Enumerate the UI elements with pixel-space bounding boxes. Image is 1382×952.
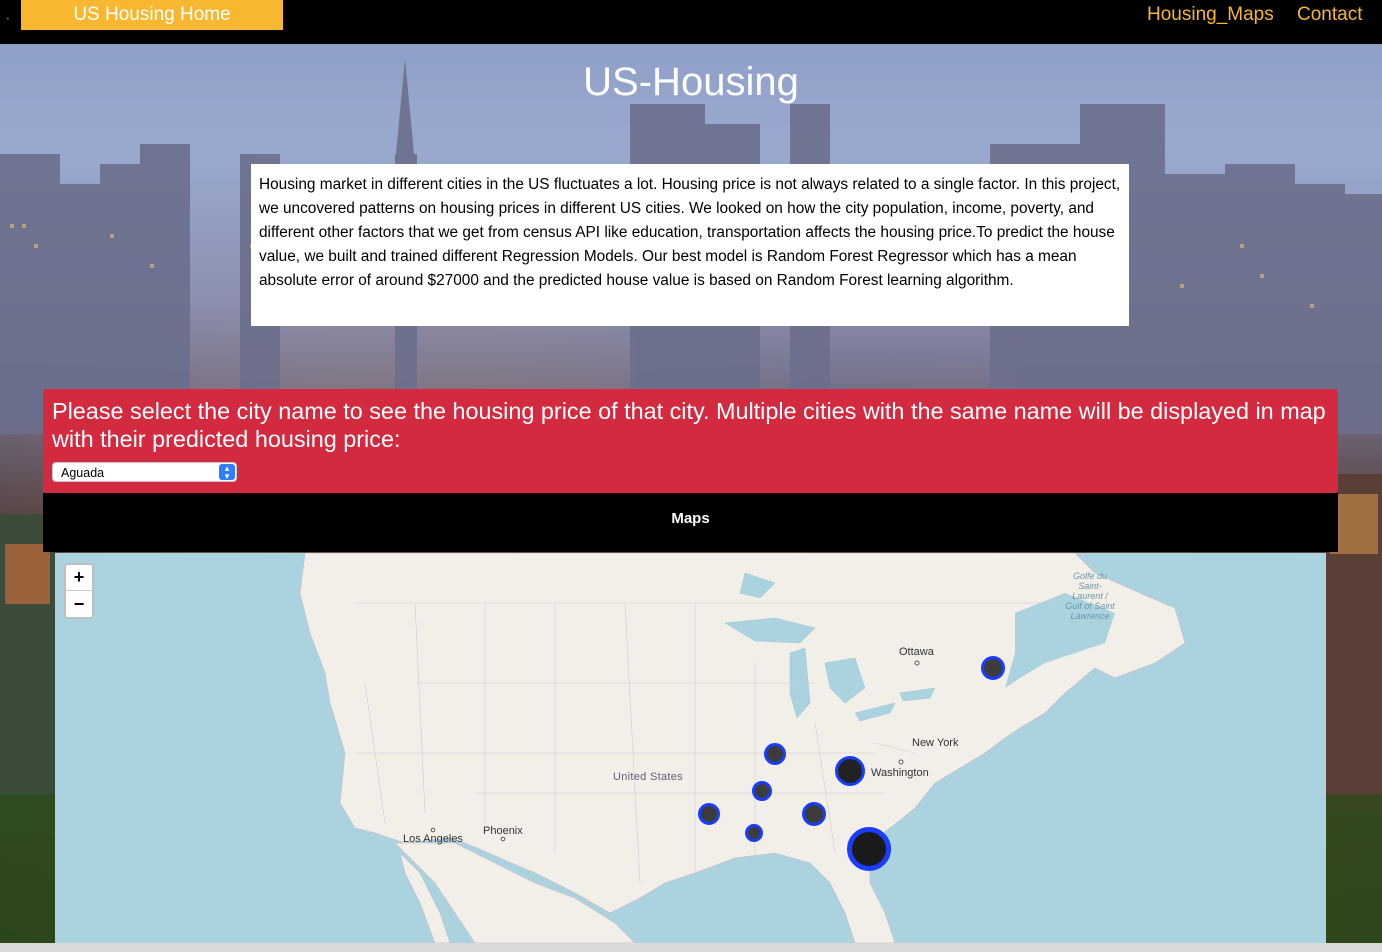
maps-section-header: Maps <box>43 493 1338 552</box>
updown-chevron-icon: ▴ ▾ <box>219 464 235 481</box>
city-marker[interactable] <box>745 824 763 842</box>
zoom-in-button[interactable]: + <box>66 565 92 591</box>
map-label-los-angeles: Los Angeles <box>403 833 463 845</box>
city-dropdown[interactable]: Aguada ▴ ▾ <box>52 462 237 482</box>
map-label-ottawa: Ottawa <box>899 646 934 658</box>
page-title: US-Housing <box>583 60 799 104</box>
map-label-gulf-st-lawrence: Golfe du Saint-Laurent / Gulf of Saint L… <box>1065 571 1115 621</box>
map-label-new-york: New York <box>912 737 959 749</box>
city-marker[interactable] <box>802 802 826 826</box>
city-marker[interactable] <box>698 803 720 825</box>
map-label-united-states: United States <box>613 771 683 783</box>
city-marker[interactable] <box>981 656 1005 680</box>
city-marker[interactable] <box>835 756 865 786</box>
horizontal-scrollbar[interactable] <box>0 943 1382 952</box>
nav-bullet-icon: • <box>6 14 10 25</box>
city-marker[interactable] <box>764 743 786 765</box>
housing-maps-link[interactable]: Housing_Maps <box>1147 4 1274 26</box>
city-marker[interactable] <box>752 781 772 801</box>
map-label-phoenix: Phoenix <box>483 825 523 837</box>
city-marker[interactable] <box>847 827 891 871</box>
intro-paragraph: Housing market in different cities in th… <box>251 164 1129 326</box>
zoom-out-button[interactable]: − <box>66 591 92 617</box>
housing-map[interactable]: + − Ottawa New York Washington United St… <box>55 553 1326 943</box>
map-label-washington: Washington <box>871 767 929 779</box>
zoom-control: + − <box>64 563 94 619</box>
select-prompt: Please select the city name to see the h… <box>52 398 1326 452</box>
city-select-panel: Please select the city name to see the h… <box>43 389 1338 493</box>
top-navbar: • US Housing Home Housing_Maps Contact <box>0 0 1382 44</box>
city-dropdown-value: Aguada <box>61 466 105 480</box>
contact-link[interactable]: Contact <box>1297 4 1362 26</box>
home-link[interactable]: US Housing Home <box>21 0 283 30</box>
